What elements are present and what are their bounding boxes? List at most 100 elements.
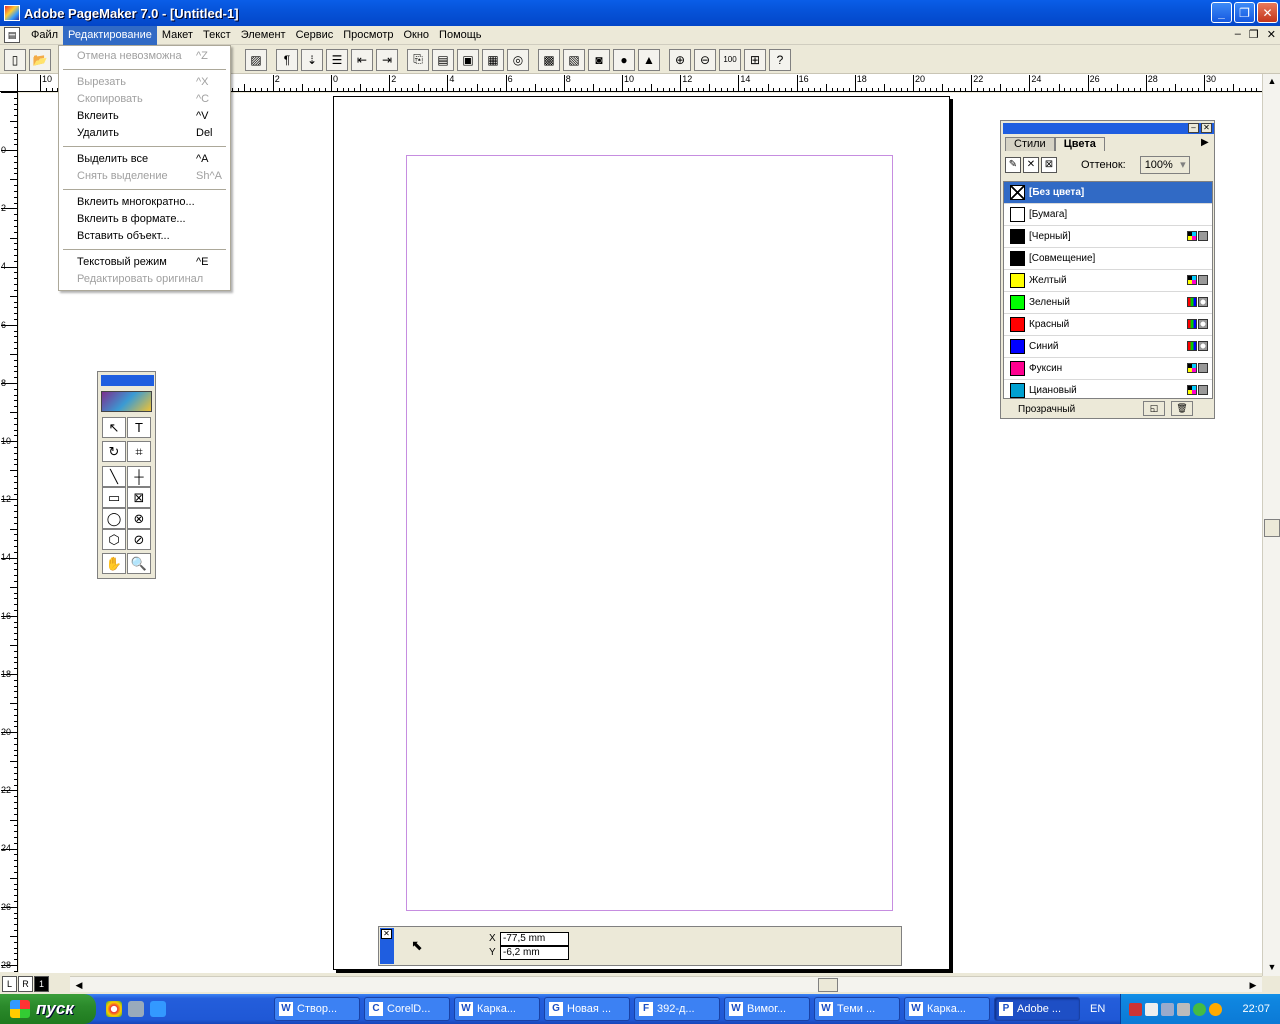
page-1-icon[interactable]: 1 bbox=[34, 976, 49, 992]
start-button[interactable]: пуск bbox=[0, 994, 96, 1024]
color-row[interactable]: [Бумага] bbox=[1004, 204, 1212, 226]
menu-item-9[interactable]: Вставить объект... bbox=[59, 228, 230, 245]
both-icon[interactable]: ⊠ bbox=[1041, 157, 1057, 173]
minimize-button[interactable]: _ bbox=[1211, 2, 1232, 23]
panel-close-icon[interactable]: ✕ bbox=[1201, 123, 1212, 133]
ellipse-frame-tool-icon[interactable]: ⊗ bbox=[127, 508, 151, 529]
menu-help[interactable]: Помощь bbox=[434, 26, 487, 45]
place-image-icon[interactable]: ▩ bbox=[538, 48, 560, 71]
menu-text[interactable]: Текст bbox=[198, 26, 236, 45]
doc-restore-icon[interactable]: ❐ bbox=[1249, 28, 1259, 41]
antivirus-icon[interactable] bbox=[1129, 1002, 1142, 1016]
open-folder-icon[interactable]: 📂 bbox=[29, 48, 51, 71]
taskbar-button[interactable]: C CorelD... bbox=[364, 997, 450, 1021]
shade-dropdown[interactable]: 100% ▾ bbox=[1139, 156, 1190, 174]
chrome-icon[interactable] bbox=[106, 1001, 122, 1017]
zoom-in-icon[interactable]: ⊕ bbox=[669, 48, 691, 71]
color-row[interactable]: Фуксин bbox=[1004, 358, 1212, 380]
pointer-tool-icon[interactable]: ↖ bbox=[102, 417, 126, 438]
polygon-tool-icon[interactable]: ⬡ bbox=[102, 529, 126, 550]
fill-stroke-icon[interactable]: ▨ bbox=[245, 48, 267, 71]
menu-item-4[interactable]: Удалить Del bbox=[59, 125, 230, 142]
colors-panel-title-bar[interactable] bbox=[1003, 123, 1214, 134]
menu-utilities[interactable]: Сервис bbox=[291, 26, 339, 45]
photo-icon[interactable]: ◙ bbox=[588, 48, 610, 71]
rectangle-tool-icon[interactable]: ▭ bbox=[102, 487, 126, 508]
indent-icon[interactable]: ⇥ bbox=[376, 48, 398, 71]
panel-menu-arrow-icon[interactable]: ▶ bbox=[1201, 137, 1209, 148]
document-icon[interactable]: ▤ bbox=[4, 27, 20, 43]
pagemaker-app-icon[interactable] bbox=[4, 5, 20, 21]
taskbar-button[interactable]: F 392-д... bbox=[634, 997, 720, 1021]
doc-close-icon[interactable]: ✕ bbox=[1267, 28, 1276, 41]
menu-layout[interactable]: Макет bbox=[157, 26, 198, 45]
color-row[interactable]: [Без цвета] bbox=[1004, 182, 1212, 204]
show-desktop-icon[interactable] bbox=[128, 1001, 144, 1017]
safely-remove-icon[interactable] bbox=[1177, 1002, 1190, 1016]
new-document-icon[interactable]: ▯ bbox=[4, 48, 26, 71]
ruler-origin[interactable] bbox=[0, 74, 18, 92]
vertical-ruler[interactable]: 024681012141618202224262830 bbox=[0, 92, 18, 972]
tab-styles[interactable]: Стили bbox=[1005, 137, 1055, 151]
color-row[interactable]: Зеленый bbox=[1004, 292, 1212, 314]
panel-minimize-icon[interactable]: – bbox=[1188, 123, 1199, 133]
scroll-down-icon[interactable]: ▼ bbox=[1265, 960, 1279, 974]
horizontal-scroll-thumb[interactable] bbox=[818, 978, 838, 992]
control-palette-close-icon[interactable]: ✕ bbox=[381, 929, 392, 939]
scroll-up-icon[interactable]: ▲ bbox=[1265, 74, 1279, 88]
menu-view[interactable]: Просмотр bbox=[338, 26, 398, 45]
polygon-frame-tool-icon[interactable]: ⊘ bbox=[127, 529, 151, 550]
fill-icon[interactable]: ✕ bbox=[1023, 157, 1039, 173]
scroll-left-icon[interactable]: ◀ bbox=[72, 978, 86, 992]
zoom-out-icon[interactable]: ⊖ bbox=[694, 48, 716, 71]
right-master-page-icon[interactable]: R bbox=[18, 976, 33, 992]
crop-tool-icon[interactable]: ⌗ bbox=[127, 441, 151, 462]
text-tool-icon[interactable]: T bbox=[127, 417, 151, 438]
globe-icon[interactable]: ● bbox=[613, 48, 635, 71]
taskbar-button[interactable]: W Вимог... bbox=[724, 997, 810, 1021]
outdent-icon[interactable]: ⇤ bbox=[351, 48, 373, 71]
link-icon[interactable]: ◎ bbox=[507, 48, 529, 71]
menu-element[interactable]: Элемент bbox=[236, 26, 291, 45]
zoom-tool-icon[interactable]: 🔍 bbox=[127, 553, 151, 574]
actual-size-icon[interactable]: 100 bbox=[719, 48, 741, 71]
paragraph-icon[interactable]: ¶ bbox=[276, 48, 298, 71]
fit-page-icon[interactable]: ⊞ bbox=[744, 48, 766, 71]
ellipse-tool-icon[interactable]: ◯ bbox=[102, 508, 126, 529]
constrained-line-tool-icon[interactable]: ┼ bbox=[127, 466, 151, 487]
trash-icon[interactable]: 🗑 bbox=[1171, 401, 1193, 416]
menu-edit[interactable]: Редактирование bbox=[63, 25, 157, 45]
help-icon[interactable]: ? bbox=[769, 48, 791, 71]
rotate-tool-icon[interactable]: ↻ bbox=[102, 441, 126, 462]
master-pages-icon[interactable]: ▤ bbox=[432, 48, 454, 71]
update-icon[interactable] bbox=[1193, 1002, 1206, 1016]
pdf-export-icon[interactable]: ▲ bbox=[638, 48, 660, 71]
menu-item-8[interactable]: Вклеить в формате... bbox=[59, 211, 230, 228]
color-row[interactable]: [Совмещение] bbox=[1004, 248, 1212, 270]
table-icon[interactable]: ▦ bbox=[482, 48, 504, 71]
volume-icon[interactable] bbox=[1145, 1002, 1158, 1016]
menu-file[interactable]: Файл bbox=[26, 26, 63, 45]
taskbar-button[interactable]: P Adobe ... bbox=[994, 997, 1080, 1021]
menu-item-7[interactable]: Вклеить многократно... bbox=[59, 194, 230, 211]
taskbar-button[interactable]: G Новая ... bbox=[544, 997, 630, 1021]
toolbox-title-bar[interactable] bbox=[101, 375, 154, 386]
scroll-right-icon[interactable]: ▶ bbox=[1246, 978, 1260, 992]
y-position-field[interactable]: -6,2 mm bbox=[500, 946, 569, 960]
taskbar-button[interactable]: W Карка... bbox=[904, 997, 990, 1021]
internet-explorer-icon[interactable] bbox=[150, 1001, 166, 1017]
restore-button[interactable]: ❐ bbox=[1234, 2, 1255, 23]
pages-icon[interactable]: ⎘ bbox=[407, 48, 429, 71]
left-master-page-icon[interactable]: L bbox=[2, 976, 17, 992]
close-button[interactable]: ✕ bbox=[1257, 2, 1278, 23]
menu-item-5[interactable]: Выделить все ^A bbox=[59, 151, 230, 168]
image-control-icon[interactable]: ▧ bbox=[563, 48, 585, 71]
notification-icon[interactable] bbox=[1209, 1002, 1222, 1016]
frame-icon[interactable]: ▣ bbox=[457, 48, 479, 71]
hand-tool-icon[interactable]: ✋ bbox=[102, 553, 126, 574]
vertical-scrollbar[interactable]: ▲ ▼ bbox=[1262, 74, 1280, 976]
rectangle-frame-tool-icon[interactable]: ⊠ bbox=[127, 487, 151, 508]
line-tool-icon[interactable]: ╲ bbox=[102, 466, 126, 487]
color-row[interactable]: Красный bbox=[1004, 314, 1212, 336]
color-row[interactable]: Синий bbox=[1004, 336, 1212, 358]
